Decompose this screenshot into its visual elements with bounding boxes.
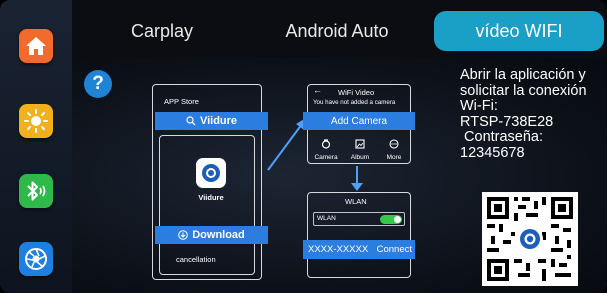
more-tool[interactable]: More: [380, 136, 408, 162]
sidebar: [0, 0, 72, 293]
instruction-line: Abrir la aplicación y: [460, 67, 586, 83]
viidure-logo-icon: [202, 164, 220, 182]
back-icon[interactable]: ←: [313, 85, 322, 95]
network-row[interactable]: XXXX-XXXXX Connect: [303, 240, 415, 259]
app-name: Viidure: [198, 193, 224, 202]
search-label: Viidure: [199, 115, 238, 127]
wifi-video-toolbar: Camera Album More: [312, 136, 408, 162]
add-camera-button[interactable]: Add Camera: [303, 112, 415, 130]
wlan-title: WLAN: [345, 197, 367, 206]
camera-tool[interactable]: Camera: [312, 136, 340, 162]
download-button[interactable]: Download: [155, 226, 268, 244]
store-header: APP Store: [164, 97, 199, 106]
store-phone-inner: [159, 135, 255, 275]
password-value: 12345678: [460, 144, 525, 161]
download-label: Download: [192, 229, 245, 241]
password-label: Contraseña:: [460, 129, 544, 145]
brightness-button[interactable]: [19, 104, 53, 138]
camera-button[interactable]: [19, 242, 53, 276]
wlan-toggle-label: WLAN: [317, 215, 336, 222]
home-button[interactable]: [19, 29, 53, 63]
connect-button[interactable]: Connect: [377, 244, 412, 255]
instruction-line: solicitar la conexión: [460, 82, 587, 99]
cancel-link[interactable]: cancellation: [176, 255, 216, 264]
album-tool[interactable]: Album: [346, 136, 374, 162]
search-bar[interactable]: Viidure: [155, 112, 268, 130]
qr-code-graphic: [482, 192, 578, 286]
search-icon: [186, 116, 196, 126]
tab-carplay[interactable]: Carplay: [98, 11, 226, 51]
ssid-text: RTSP-738E28: [460, 113, 554, 130]
viidure-app-icon[interactable]: [196, 158, 226, 188]
app-frame: Carplay Android Auto vídeo WIFI ? APP St…: [0, 0, 607, 293]
bluetooth-audio-icon: [27, 181, 46, 201]
wifi-instructions: Abrir la aplicación y solicitar la conex…: [460, 67, 605, 161]
album-icon: [355, 139, 365, 149]
help-button[interactable]: ?: [84, 70, 112, 98]
camera-tool-label: Camera: [314, 154, 338, 161]
home-icon: [26, 37, 46, 55]
tab-bar: Carplay Android Auto vídeo WIFI: [72, 0, 607, 58]
brightness-icon: [24, 109, 48, 133]
more-tool-label: More: [386, 154, 402, 161]
network-name: XXXX-XXXXX: [308, 244, 369, 255]
arrow-to-wlan: [351, 166, 363, 191]
album-tool-label: Album: [350, 154, 370, 161]
aperture-icon: [25, 248, 47, 270]
wlan-toggle-row: WLAN: [313, 212, 405, 226]
more-icon: [389, 139, 399, 149]
bluetooth-button[interactable]: [19, 174, 53, 208]
camera-icon: [321, 139, 331, 149]
qr-code: [482, 192, 578, 286]
tab-android-auto[interactable]: Android Auto: [262, 11, 412, 51]
instruction-line: Wi-Fi:: [460, 98, 498, 114]
tab-video-wifi[interactable]: vídeo WIFI: [434, 11, 604, 51]
wlan-toggle-switch[interactable]: [380, 215, 402, 224]
wifi-video-subtitle: You have not added a camera: [313, 99, 396, 106]
wifi-video-title: WiFi Video: [338, 88, 375, 97]
download-icon: [178, 230, 189, 240]
